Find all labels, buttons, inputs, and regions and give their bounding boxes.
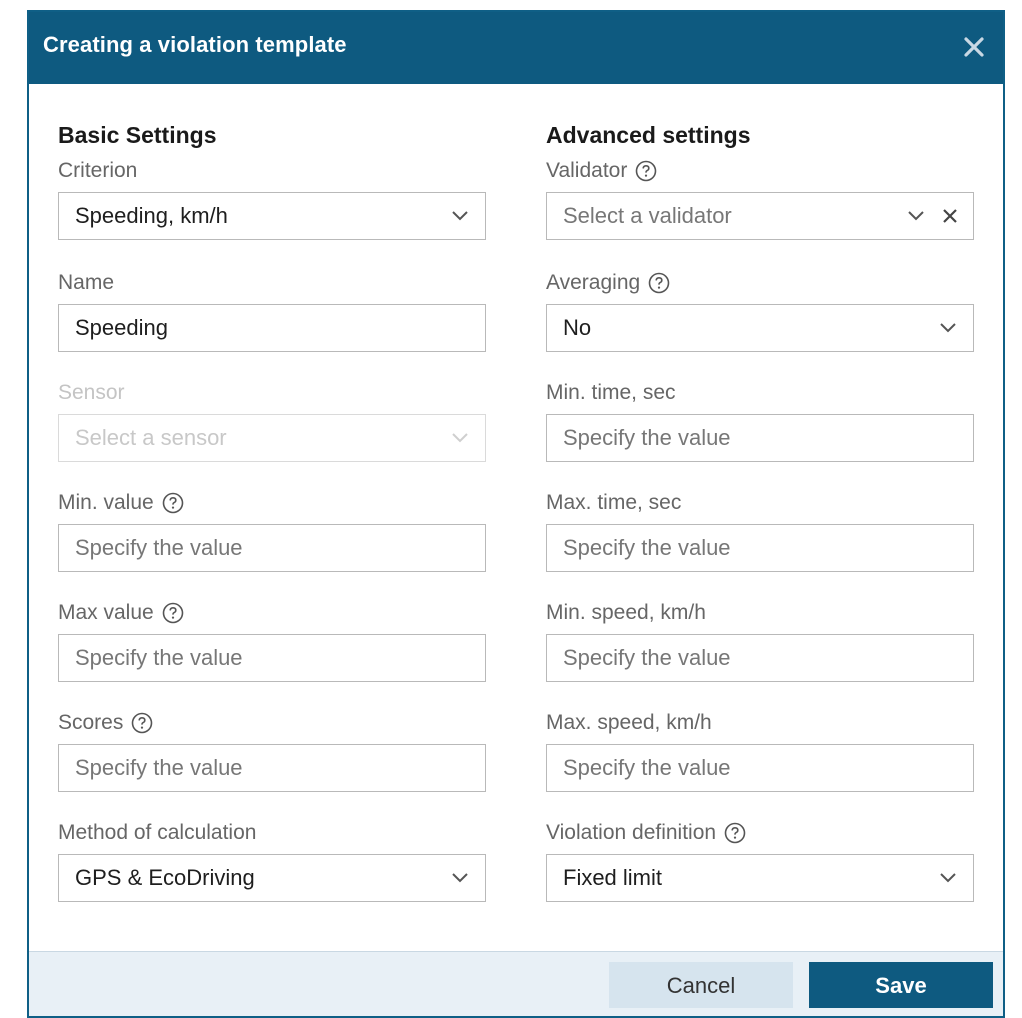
chevron-down-icon <box>452 433 468 443</box>
dialog-title: Creating a violation template <box>43 32 347 57</box>
help-icon[interactable] <box>162 492 184 514</box>
chevron-down-icon <box>908 211 924 221</box>
violation-definition-select[interactable]: Fixed limit <box>546 854 974 902</box>
max-time-field: Max. time, sec <box>546 490 976 572</box>
min-time-label: Min. time, sec <box>546 381 676 404</box>
max-value-field: Max value <box>58 600 488 682</box>
validator-select[interactable]: Select a validator <box>546 192 974 240</box>
validator-placeholder: Select a validator <box>563 203 732 228</box>
method-value: GPS & EcoDriving <box>75 865 255 890</box>
basic-settings-title: Basic Settings <box>58 122 217 148</box>
advanced-settings-title: Advanced settings <box>546 122 751 148</box>
help-icon[interactable] <box>635 160 657 182</box>
min-time-input[interactable] <box>546 414 974 462</box>
cancel-button[interactable]: Cancel <box>609 962 793 1008</box>
max-speed-input[interactable] <box>546 744 974 792</box>
min-value-field: Min. value <box>58 490 488 572</box>
name-field: Name Speeding <box>58 270 488 352</box>
help-icon[interactable] <box>648 272 670 294</box>
name-label: Name <box>58 271 115 294</box>
scores-label: Scores <box>58 710 488 736</box>
max-value-label: Max value <box>58 600 488 626</box>
max-speed-field: Max. speed, km/h <box>546 710 976 792</box>
method-select[interactable]: GPS & EcoDriving <box>58 854 486 902</box>
criterion-field: Criterion Speeding, km/h <box>58 158 488 240</box>
dialog-footer: Cancel Save <box>29 951 1003 1016</box>
validator-label: Validator <box>546 158 976 184</box>
max-speed-label: Max. speed, km/h <box>546 711 712 734</box>
method-field: Method of calculation GPS & EcoDriving <box>58 820 488 902</box>
name-value: Speeding <box>75 315 168 340</box>
basic-settings-column: Basic Settings Criterion Speeding, km/h … <box>58 122 488 902</box>
clear-icon[interactable] <box>941 207 959 225</box>
min-speed-label: Min. speed, km/h <box>546 601 706 624</box>
chevron-down-icon <box>940 873 956 883</box>
criterion-value: Speeding, km/h <box>75 203 228 228</box>
criterion-label: Criterion <box>58 159 138 182</box>
scores-input[interactable] <box>58 744 486 792</box>
averaging-label: Averaging <box>546 270 976 296</box>
scores-field: Scores <box>58 710 488 792</box>
help-icon[interactable] <box>724 822 746 844</box>
name-input[interactable]: Speeding <box>58 304 486 352</box>
sensor-select: Select a sensor <box>58 414 486 462</box>
min-value-input[interactable] <box>58 524 486 572</box>
max-time-input[interactable] <box>546 524 974 572</box>
dialog-header: Creating a violation template <box>29 12 1003 84</box>
min-time-field: Min. time, sec <box>546 380 976 462</box>
criterion-select[interactable]: Speeding, km/h <box>58 192 486 240</box>
min-value-label: Min. value <box>58 490 488 516</box>
chevron-down-icon <box>940 323 956 333</box>
violation-template-dialog: Creating a violation template Basic Sett… <box>27 10 1005 1018</box>
chevron-down-icon <box>452 211 468 221</box>
min-speed-input[interactable] <box>546 634 974 682</box>
averaging-select[interactable]: No <box>546 304 974 352</box>
help-icon[interactable] <box>162 602 184 624</box>
violation-definition-label: Violation definition <box>546 820 976 846</box>
chevron-down-icon <box>452 873 468 883</box>
averaging-field: Averaging No <box>546 270 976 352</box>
advanced-settings-column: Advanced settings Validator Select a val… <box>546 122 976 902</box>
violation-definition-value: Fixed limit <box>563 865 663 890</box>
sensor-label: Sensor <box>58 381 125 404</box>
save-button[interactable]: Save <box>809 962 993 1008</box>
max-value-input[interactable] <box>58 634 486 682</box>
help-icon[interactable] <box>131 712 153 734</box>
averaging-value: No <box>563 315 592 340</box>
validator-field: Validator Select a validator <box>546 158 976 240</box>
close-icon[interactable] <box>957 30 991 64</box>
method-label: Method of calculation <box>58 821 257 844</box>
max-time-label: Max. time, sec <box>546 491 682 514</box>
sensor-placeholder: Select a sensor <box>75 425 227 450</box>
sensor-field: Sensor Select a sensor <box>58 380 488 462</box>
min-speed-field: Min. speed, km/h <box>546 600 976 682</box>
violation-definition-field: Violation definition Fixed limit <box>546 820 976 902</box>
